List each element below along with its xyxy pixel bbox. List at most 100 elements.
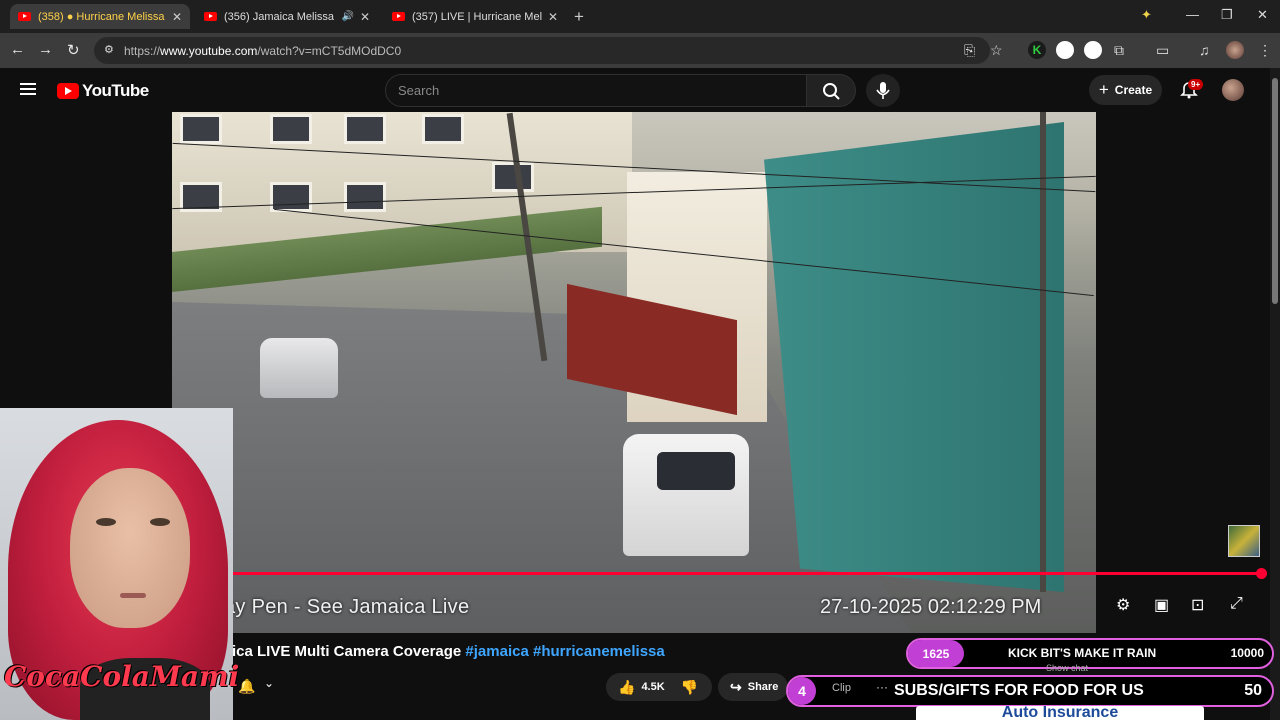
channel-watermark[interactable] (1228, 525, 1260, 557)
video-title-text: ica LIVE Multi Camera Coverage (232, 643, 466, 660)
streamer-face (70, 468, 190, 628)
progress-scrubber[interactable] (1256, 568, 1267, 579)
chevron-down-icon[interactable]: ⌄ (264, 676, 274, 690)
tab-title: (358) ● Hurricane Melissa Jam (38, 10, 166, 23)
media-controls-icon[interactable]: ♫ (1199, 42, 1210, 58)
cast-icon[interactable]: ⊡ (1191, 595, 1204, 615)
building-window (180, 114, 222, 144)
show-chat-button[interactable]: Show chat (1046, 663, 1088, 673)
site-info-icon[interactable]: ⚙ (104, 43, 114, 56)
account-avatar[interactable] (1222, 79, 1244, 101)
white-van (623, 434, 749, 556)
close-tab-icon[interactable]: ✕ (548, 10, 558, 24)
forward-button[interactable]: → (38, 41, 53, 58)
building-window (344, 182, 386, 212)
audio-playing-icon[interactable]: 🔊 (341, 11, 353, 22)
streamer-name-overlay: CocaColaMami (4, 660, 240, 693)
menu-icon[interactable] (20, 83, 36, 95)
browser-tab-2[interactable]: (356) Jamaica Melissa Hurr 🔊 ✕ (196, 4, 378, 29)
search-button[interactable] (806, 74, 856, 107)
install-app-icon[interactable]: ⎘ (964, 42, 975, 59)
youtube-favicon-icon (392, 12, 405, 21)
browser-menu-icon[interactable]: ⋮ (1258, 42, 1272, 59)
search-input[interactable]: Search (385, 74, 807, 107)
close-tab-icon[interactable]: ✕ (360, 10, 370, 24)
browser-tab-3[interactable]: (357) LIVE | Hurricane Melissa tr ✕ (384, 4, 566, 29)
miniplayer-icon[interactable]: ▣ (1154, 595, 1169, 615)
building-window (270, 182, 312, 212)
more-actions-icon[interactable]: ··· (876, 680, 888, 694)
youtube-play-icon (57, 83, 79, 99)
hashtag-link[interactable]: #hurricanemelissa (533, 643, 665, 660)
subs-goal-bar: 4 Clip ··· SUBS/GIFTS FOR FOOD FOR US 50 (786, 675, 1274, 707)
tab-strip: (358) ● Hurricane Melissa Jam ✕ (356) Ja… (0, 0, 1280, 33)
plus-icon: + (1098, 80, 1109, 99)
tab-title: (357) LIVE | Hurricane Melissa tr (412, 10, 542, 23)
voice-search-button[interactable] (866, 74, 900, 107)
like-count: 4.5K (641, 681, 665, 693)
url-domain: www.youtube.com (160, 43, 258, 58)
building-window (270, 114, 312, 144)
subs-goal-label: SUBS/GIFTS FOR FOOD FOR US (894, 682, 1144, 699)
share-icon: ↪ (730, 678, 742, 695)
reload-button[interactable]: ↻ (67, 41, 80, 59)
dislike-button[interactable]: 👎 (681, 679, 698, 696)
profile-avatar[interactable] (1226, 41, 1244, 59)
kick-extension-icon[interactable]: K (1028, 41, 1046, 59)
page-scrollbar[interactable] (1270, 68, 1280, 720)
bits-goal-target: 10000 (1230, 646, 1264, 660)
bits-goal-label: KICK BIT'S MAKE IT RAIN (1008, 646, 1157, 660)
streamer-eye (150, 518, 170, 526)
minimize-window-button[interactable]: — (1186, 7, 1199, 22)
close-tab-icon[interactable]: ✕ (172, 10, 182, 24)
youtube-favicon-icon (204, 12, 217, 21)
restore-window-button[interactable]: ❐ (1221, 7, 1233, 23)
utility-pole (1040, 112, 1046, 592)
white-car (260, 338, 338, 398)
close-window-button[interactable]: ✕ (1257, 7, 1268, 23)
address-bar[interactable]: https://www.youtube.com/watch?v=mCT5dMOd… (94, 37, 990, 64)
video-player[interactable]: ay Pen - See Jamaica Live 27-10-2025 02:… (172, 112, 1096, 633)
extension-icon[interactable] (1084, 41, 1102, 59)
subscription-bell-icon[interactable]: 🔔 (238, 678, 255, 695)
youtube-logo-text: YouTube (82, 81, 149, 100)
gemini-icon[interactable]: ✦ (1141, 7, 1152, 23)
building-window (492, 162, 534, 192)
streamer-mouth (120, 593, 146, 598)
extension-icon[interactable] (1056, 41, 1074, 59)
notification-count-badge: 9+ (1188, 79, 1204, 90)
building-window (422, 114, 464, 144)
ad-banner[interactable]: Auto Insurance (916, 706, 1204, 720)
clip-button[interactable]: Clip (832, 682, 851, 694)
youtube-logo[interactable]: YouTube (57, 81, 149, 101)
like-button[interactable]: 👍 4.5K (618, 679, 665, 696)
like-dislike-group: 👍 4.5K 👎 (606, 673, 712, 701)
youtube-header: YouTube Search + Create 9+ (0, 68, 1270, 112)
subs-goal-target: 50 (1244, 682, 1262, 699)
new-tab-button[interactable]: + (574, 7, 584, 27)
video-timestamp-overlay: 27-10-2025 02:12:29 PM (820, 596, 1042, 618)
video-location-overlay: ay Pen - See Jamaica Live (224, 596, 470, 618)
share-label: Share (747, 681, 779, 693)
bits-goal-current: 1625 (908, 640, 964, 667)
search-icon (823, 83, 840, 100)
fullscreen-icon[interactable]: ⤢ (1230, 595, 1243, 613)
extensions-puzzle-icon[interactable]: ⧉ (1114, 42, 1124, 59)
bookmark-star-icon[interactable]: ☆ (990, 42, 1003, 59)
teal-building (764, 122, 1064, 592)
hashtag-link[interactable]: #jamaica (465, 643, 528, 660)
scrollbar-thumb[interactable] (1272, 78, 1278, 304)
browser-tab-1[interactable]: (358) ● Hurricane Melissa Jam ✕ (10, 4, 190, 29)
back-button[interactable]: ← (10, 41, 25, 58)
settings-gear-icon[interactable]: ⚙ (1116, 595, 1130, 615)
create-button[interactable]: + Create (1089, 75, 1162, 105)
thumbs-up-icon: 👍 (618, 678, 636, 695)
tab-title: (356) Jamaica Melissa Hurr (224, 10, 337, 23)
video-progress-bar[interactable] (232, 572, 1262, 575)
create-label: Create (1114, 83, 1153, 97)
tab-search-icon[interactable]: ▭ (1156, 42, 1169, 59)
url-prefix: https:// (124, 43, 161, 58)
video-title: ica LIVE Multi Camera Coverage #jamaica … (232, 643, 665, 660)
streamer-eye (96, 518, 116, 526)
share-button[interactable]: ↪ Share (718, 673, 788, 701)
